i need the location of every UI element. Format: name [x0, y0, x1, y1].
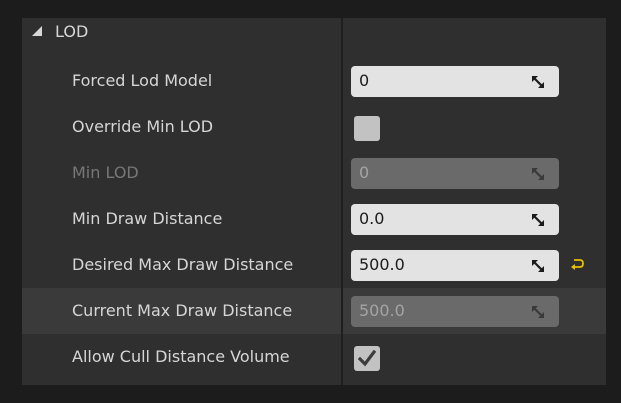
section-header-lod[interactable]: LOD	[22, 18, 606, 50]
spin-drag-icon[interactable]	[532, 76, 544, 88]
property-row-forced-lod-model: Forced Lod Model 0	[22, 58, 606, 104]
property-row-desired-max-draw-distance: Desired Max Draw Distance 500.0	[22, 242, 606, 288]
property-label: Current Max Draw Distance	[72, 301, 293, 320]
property-row-min-draw-distance: Min Draw Distance 0.0	[22, 196, 606, 242]
spin-drag-icon	[532, 306, 544, 318]
current-max-draw-distance-field: 500.0	[351, 296, 559, 327]
property-label: Min Draw Distance	[72, 209, 223, 228]
property-label: Min LOD	[72, 163, 139, 182]
field-value: 500.0	[359, 255, 405, 274]
override-min-lod-checkbox[interactable]	[354, 116, 380, 141]
details-panel: LOD Forced Lod Model 0 Override Min LOD …	[22, 18, 606, 385]
property-label: Allow Cull Distance Volume	[72, 347, 290, 366]
spin-drag-icon	[532, 168, 544, 180]
spin-drag-icon[interactable]	[532, 214, 544, 226]
property-row-current-max-draw-distance: Current Max Draw Distance 500.0	[22, 288, 606, 334]
field-value: 0	[359, 163, 370, 182]
property-label: Override Min LOD	[72, 117, 214, 136]
property-row-override-min-lod: Override Min LOD	[22, 104, 606, 150]
section-title: LOD	[55, 22, 89, 41]
property-label: Forced Lod Model	[72, 71, 213, 90]
min-lod-field: 0	[351, 158, 559, 189]
desired-max-draw-distance-field[interactable]: 500.0	[351, 250, 559, 281]
forced-lod-model-field[interactable]: 0	[351, 66, 559, 97]
field-value: 500.0	[359, 301, 405, 320]
column-divider[interactable]	[341, 18, 343, 385]
property-row-allow-cull-distance-volume: Allow Cull Distance Volume	[22, 334, 606, 380]
property-row-min-lod: Min LOD 0	[22, 150, 606, 196]
spin-drag-icon[interactable]	[532, 260, 544, 272]
collapse-triangle-icon[interactable]	[31, 24, 43, 38]
min-draw-distance-field[interactable]: 0.0	[351, 204, 559, 235]
allow-cull-distance-volume-checkbox[interactable]	[354, 346, 380, 371]
field-value: 0.0	[359, 209, 385, 228]
reset-to-default-icon[interactable]	[570, 258, 584, 270]
property-label: Desired Max Draw Distance	[72, 255, 294, 274]
checkmark-icon	[358, 350, 376, 367]
field-value: 0	[359, 71, 370, 90]
